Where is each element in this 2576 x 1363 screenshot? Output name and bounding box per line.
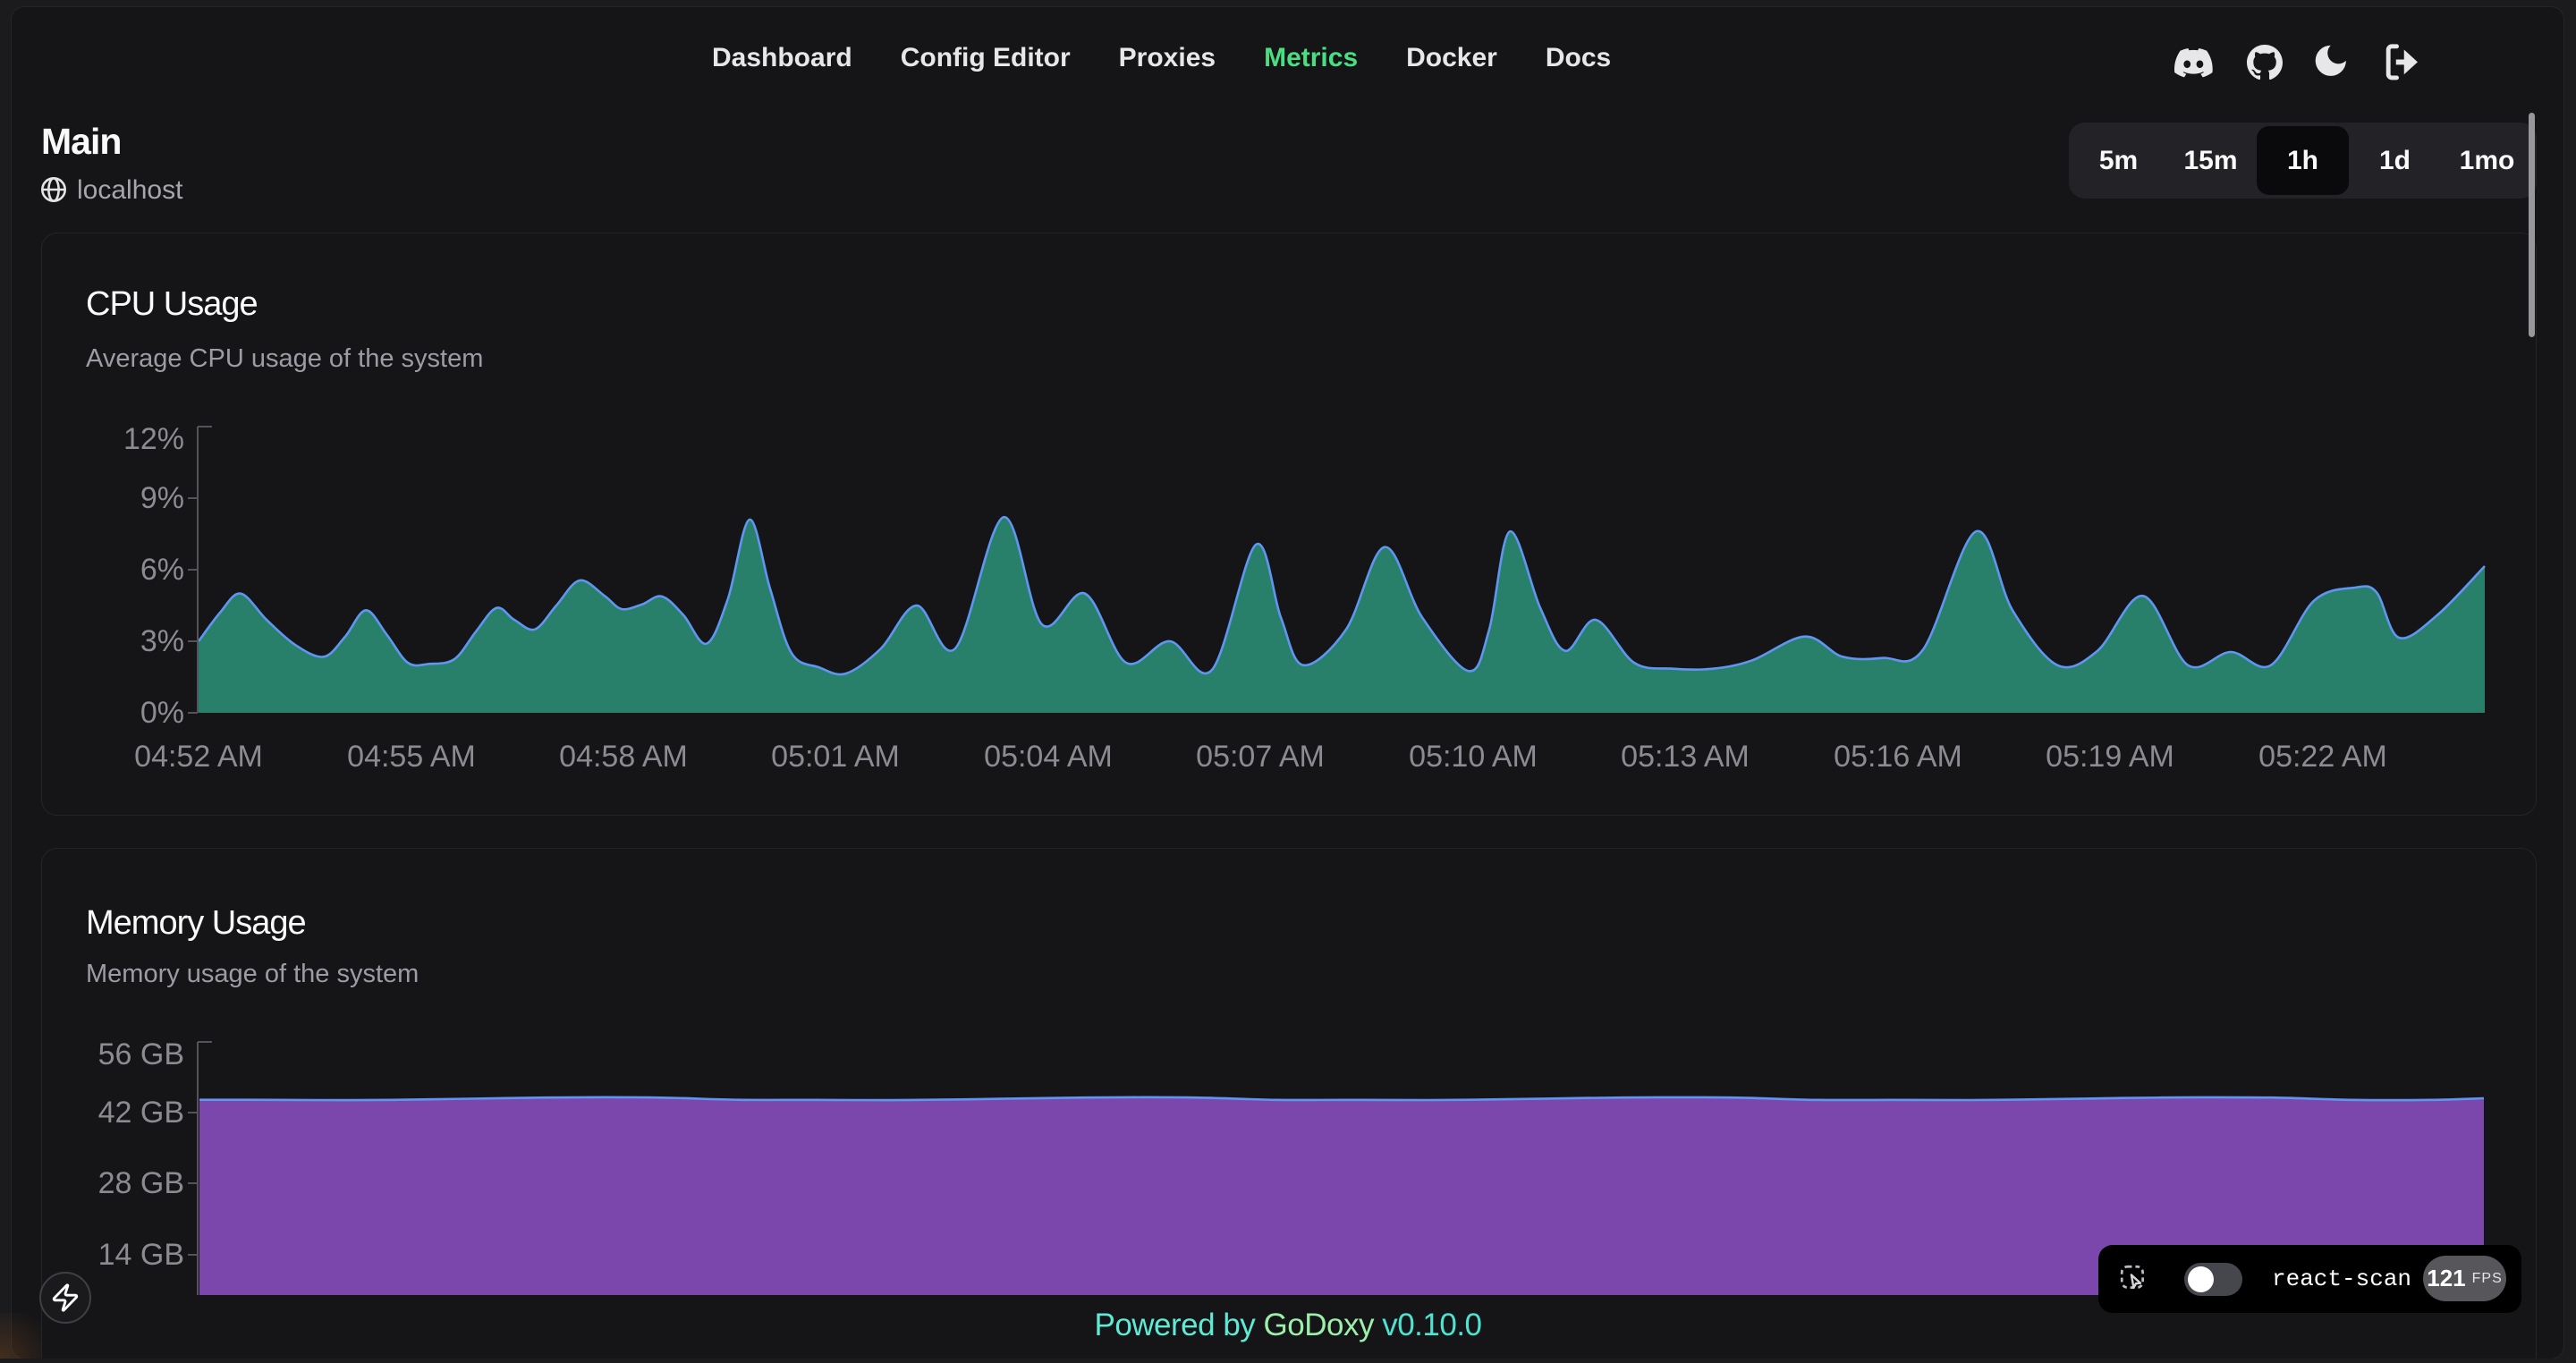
svg-text:05:04 AM: 05:04 AM bbox=[984, 740, 1113, 774]
svg-text:04:52 AM: 04:52 AM bbox=[134, 740, 263, 774]
svg-text:28 GB: 28 GB bbox=[98, 1166, 184, 1200]
svg-text:04:55 AM: 04:55 AM bbox=[347, 740, 476, 774]
svg-text:05:13 AM: 05:13 AM bbox=[1621, 740, 1750, 774]
svg-text:05:16 AM: 05:16 AM bbox=[1834, 740, 1962, 774]
svg-text:0%: 0% bbox=[140, 696, 184, 730]
svg-text:12%: 12% bbox=[123, 422, 184, 456]
svg-text:05:22 AM: 05:22 AM bbox=[2258, 740, 2387, 774]
svg-text:05:19 AM: 05:19 AM bbox=[2046, 740, 2174, 774]
svg-text:56 GB: 56 GB bbox=[98, 1037, 184, 1071]
svg-text:05:01 AM: 05:01 AM bbox=[771, 740, 900, 774]
svg-text:05:07 AM: 05:07 AM bbox=[1196, 740, 1325, 774]
svg-text:14 GB: 14 GB bbox=[98, 1238, 184, 1272]
svg-text:3%: 3% bbox=[140, 624, 184, 658]
svg-text:05:10 AM: 05:10 AM bbox=[1409, 740, 1538, 774]
svg-text:04:58 AM: 04:58 AM bbox=[559, 740, 688, 774]
svg-text:6%: 6% bbox=[140, 553, 184, 587]
svg-text:9%: 9% bbox=[140, 481, 184, 515]
svg-text:42 GB: 42 GB bbox=[98, 1096, 184, 1130]
